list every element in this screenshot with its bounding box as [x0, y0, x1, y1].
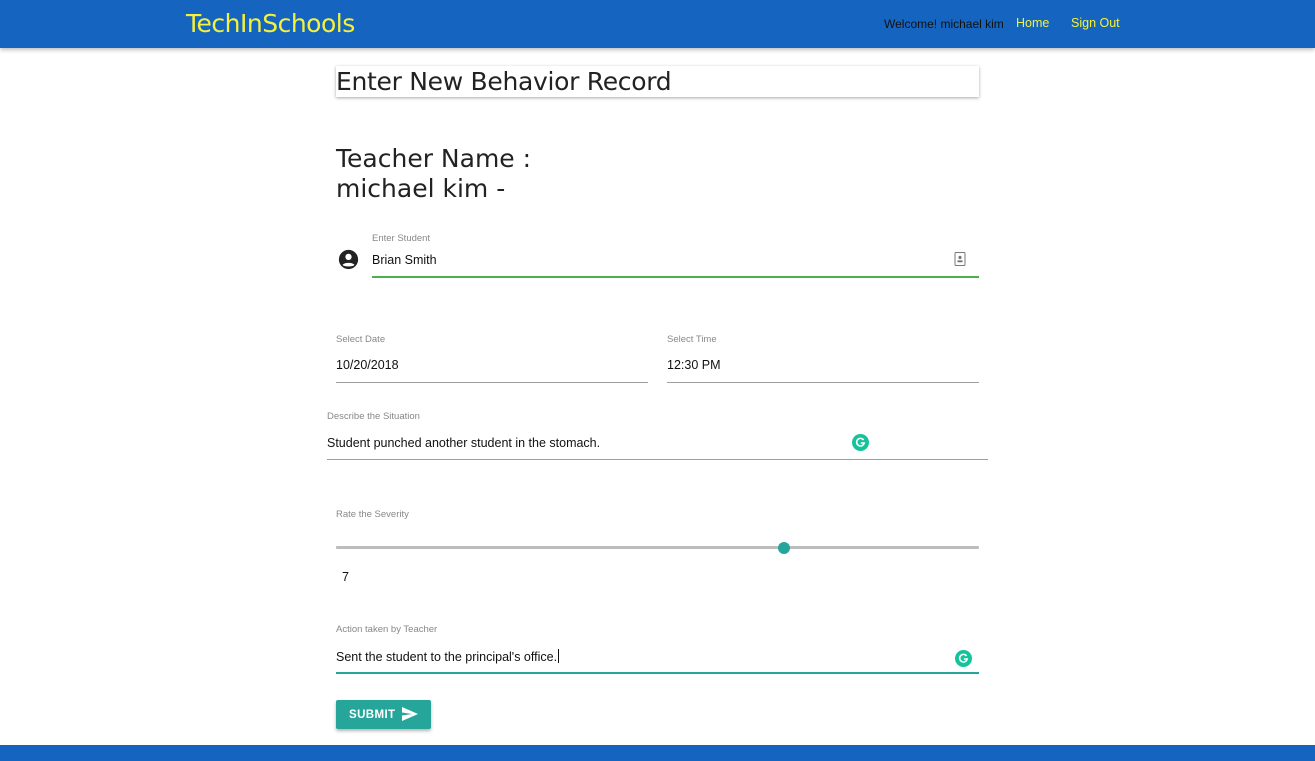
- date-input-underline: [336, 382, 648, 383]
- severity-value: 7: [342, 570, 349, 584]
- text-cursor: [558, 649, 560, 663]
- teacher-name-heading: Teacher Name : michael kim -: [336, 144, 532, 203]
- welcome-text: Welcome! michael kim: [884, 17, 1004, 31]
- page-title-card: Enter New Behavior Record: [336, 66, 979, 97]
- severity-slider-thumb[interactable]: [777, 541, 790, 554]
- situation-input[interactable]: Student punched another student in the s…: [327, 436, 600, 450]
- severity-slider[interactable]: [336, 541, 979, 554]
- action-input-underline: [336, 672, 979, 674]
- severity-field-label: Rate the Severity: [336, 509, 409, 520]
- action-input-text: Sent the student to the principal's offi…: [336, 650, 558, 664]
- brand-logo-link[interactable]: TechInSchools: [186, 9, 355, 38]
- submit-button[interactable]: SUBMIT: [336, 700, 431, 729]
- student-input-underline: [372, 276, 979, 278]
- action-input[interactable]: Sent the student to the principal's offi…: [336, 649, 560, 664]
- date-input[interactable]: 10/20/2018: [336, 358, 399, 372]
- time-input-underline: [667, 382, 979, 383]
- nav-signout-link[interactable]: Sign Out: [1071, 16, 1120, 30]
- account-circle-icon: [338, 249, 359, 270]
- footer-bar: [0, 745, 1315, 761]
- situation-field-label: Describe the Situation: [327, 411, 420, 422]
- grammarly-icon[interactable]: [955, 650, 972, 667]
- time-input[interactable]: 12:30 PM: [667, 358, 721, 372]
- top-navbar: TechInSchools Welcome! michael kim Home …: [0, 0, 1315, 48]
- student-field-label: Enter Student: [372, 233, 431, 244]
- contact-card-icon[interactable]: [954, 252, 966, 266]
- situation-input-underline: [327, 459, 988, 460]
- grammarly-icon[interactable]: [852, 434, 869, 451]
- date-field-label: Select Date: [336, 334, 386, 345]
- action-field-label: Action taken by Teacher: [336, 624, 438, 635]
- student-input[interactable]: Brian Smith: [372, 253, 437, 267]
- submit-button-label: SUBMIT: [349, 708, 396, 721]
- nav-home-link[interactable]: Home: [1016, 16, 1049, 30]
- time-field-label: Select Time: [667, 334, 717, 345]
- send-icon: [402, 707, 418, 721]
- page-title: Enter New Behavior Record: [336, 67, 672, 96]
